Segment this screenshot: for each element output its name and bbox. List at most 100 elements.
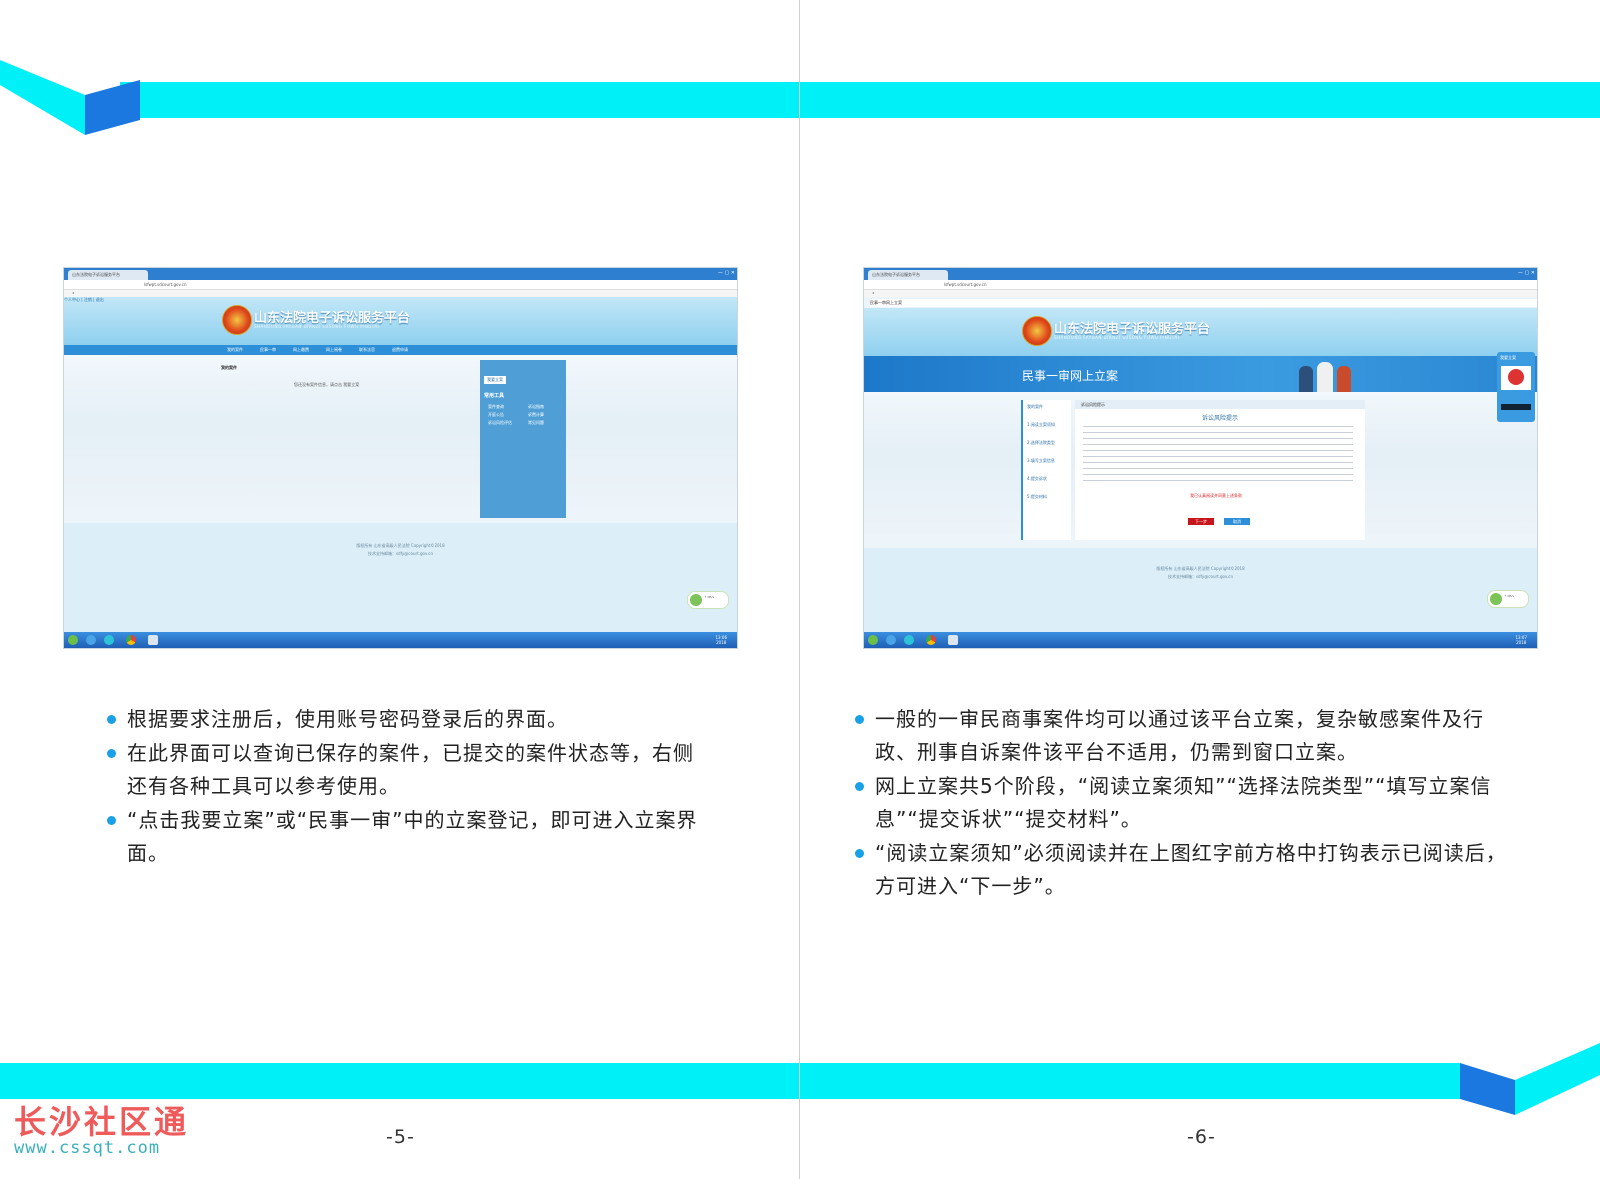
browser-tabbar: 山东法院电子诉讼服务平台 — ▢ ✕ (64, 268, 737, 280)
notice-panel: 诉讼风险提示 诉讼风险提示 我已认真阅读并同意上述条款 下一步 取消 (1075, 400, 1365, 540)
taskbar-app-icon[interactable] (904, 635, 914, 645)
step-item[interactable]: 4.提交诉状 (1027, 476, 1047, 482)
tool-item[interactable]: 诉讼指南 (528, 404, 544, 410)
start-button-icon[interactable] (868, 635, 878, 645)
page-number: -5- (386, 1126, 415, 1148)
top-band (800, 82, 1600, 118)
section-title: 我的案件 (221, 365, 237, 370)
footer-support: 技术支持邮箱：sdfy@court.gov.cn (1167, 574, 1234, 579)
file-case-button[interactable]: 我要立案 (484, 376, 506, 384)
content-area: 我的案件 您还没有案件信息，请点击 我要立案 我要立案 常用工具 案件查询 诉讼… (64, 355, 737, 523)
step-item[interactable]: 5.提交材料 (1027, 494, 1047, 500)
footer-support: 技术支持邮箱：sdfy@court.gov.cn (367, 551, 434, 556)
site-banner: 山东法院电子诉讼服务平台 SHANDONG FAYUAN DIANZI SUSO… (64, 297, 737, 345)
steps-header: 我的案件 (1027, 404, 1043, 409)
watermark-brand: 长沙社区通 (14, 1103, 190, 1141)
tool-item[interactable]: 诉讼风险评估 (488, 420, 512, 426)
top-links: 个人中心 | 注销 | 退出 (64, 297, 104, 302)
watermark: 长沙社区通 www.cssqt.com (14, 1104, 189, 1158)
list-item: “阅读立案须知”必须阅读并在上图红字前方格中打钩表示已阅读后，方可进入“下一步”… (855, 837, 1515, 903)
side-widget[interactable]: 我要立案 (1497, 352, 1535, 422)
notice-title: 诉讼风险提示 (1201, 415, 1238, 422)
nav-item[interactable]: 我的案件 (227, 345, 243, 355)
list-item: 根据要求注册后，使用账号密码登录后的界面。 (107, 703, 707, 736)
top-band-corner (0, 60, 140, 135)
steps-sidebar: 我的案件 1.阅读立案须知 2.选择法院类型 3.填写立案信息 4.提交诉状 5… (1021, 400, 1071, 540)
filing-screenshot: 山东法院电子诉讼服务平台 — ▢ ✕ lsfwpt.sdcourt.gov.cn… (863, 267, 1538, 649)
site-nav: 我的案件 民事一审 网上缴费 网上阅卷 联系法官 退费申请 (64, 345, 737, 355)
watermark-url: www.cssqt.com (14, 1138, 161, 1158)
list-item: “点击我要立案”或“民事一审”中的立案登记，即可进入立案界面。 (107, 804, 707, 870)
top-link[interactable]: 注销 (84, 297, 92, 302)
browser-tab[interactable]: 山东法院电子诉讼服务平台 (868, 270, 948, 280)
list-item: 在此界面可以查询已保存的案件，已提交的案件状态等，右侧还有各种工具可以参考使用。 (107, 737, 707, 803)
tool-item[interactable]: 开庭公告 (488, 412, 504, 418)
tool-item[interactable]: 诉费计算 (528, 412, 544, 418)
agree-checkbox-label[interactable]: 我已认真阅读并同意上述条款 (1190, 493, 1242, 499)
taskbar-app-icon[interactable] (148, 635, 158, 645)
clock: 13:07 2018 (1515, 635, 1527, 645)
window-controls[interactable]: — ▢ ✕ (1518, 270, 1535, 276)
step-item[interactable]: 1.阅读立案须知 (1027, 422, 1055, 428)
nav-item[interactable]: 联系法官 (359, 345, 375, 355)
side-widget-title: 我要立案 (1500, 355, 1516, 360)
page-number: -6- (1187, 1126, 1216, 1148)
left-bullet-list: 根据要求注册后，使用账号密码登录后的界面。 在此界面可以查询已保存的案件，已提交… (107, 703, 707, 871)
taskbar-chrome-icon[interactable] (126, 635, 136, 645)
os-taskbar: 13:06 2018 (64, 632, 737, 648)
step-item[interactable]: 3.填写立案信息 (1027, 458, 1055, 464)
network-widget: ↑ KB/s (1487, 590, 1529, 608)
cancel-button[interactable]: 取消 (1224, 518, 1250, 525)
bottom-band-corner (1460, 1043, 1600, 1115)
tools-title: 常用工具 (484, 393, 505, 399)
banner-people-illustration (1289, 360, 1359, 392)
notice-header: 诉讼风险提示 (1075, 400, 1365, 409)
site-footer: 版权所有 山东省高级人民法院 Copyright©2018 技术支持邮箱：sdf… (64, 523, 737, 632)
address-bar[interactable]: lsfwpt.sdcourt.gov.cn (64, 280, 737, 290)
bottom-band (0, 1063, 800, 1099)
address-bar[interactable]: lsfwpt.sdcourt.gov.cn (864, 280, 1537, 290)
taskbar-app-icon[interactable] (886, 635, 896, 645)
browser-tab[interactable]: 山东法院电子诉讼服务平台 (68, 270, 148, 280)
tool-item[interactable]: 案件查询 (488, 404, 504, 410)
site-footer: 版权所有 山东省高级人民法院 Copyright©2018 技术支持邮箱：sdf… (864, 548, 1537, 632)
breadcrumb: 民事一审网上立案 (870, 299, 1537, 307)
court-emblem-icon (222, 305, 252, 335)
nav-item[interactable]: 民事一审 (260, 345, 276, 355)
left-page: 山东法院电子诉讼服务平台 — ▢ ✕ lsfwpt.sdcourt.gov.cn… (0, 0, 800, 1179)
nav-item[interactable]: 网上缴费 (293, 345, 309, 355)
clock: 13:06 2018 (715, 635, 727, 645)
taskbar-chrome-icon[interactable] (926, 635, 936, 645)
network-widget: ↑ KB/s (687, 591, 729, 609)
content-area: 我的案件 1.阅读立案须知 2.选择法院类型 3.填写立案信息 4.提交诉状 5… (864, 352, 1537, 548)
taskbar-app-icon[interactable] (104, 635, 114, 645)
tool-item[interactable]: 常见问题 (528, 420, 544, 426)
court-emblem-icon (1022, 316, 1052, 346)
nav-item[interactable]: 网上阅卷 (326, 345, 342, 355)
right-bullet-list: 一般的一审民商事案件均可以通过该平台立案，复杂敏感案件及行政、刑事自诉案件该平台… (855, 703, 1515, 904)
site-banner: 山东法院电子诉讼服务平台 SHANDONG FAYUAN DIANZI SUSO… (864, 308, 1537, 356)
page-banner-title: 民事一审网上立案 (1022, 369, 1119, 383)
top-link[interactable]: 个人中心 (64, 297, 80, 302)
site-subtitle: SHANDONG FAYUAN DIANZI SUSONG FUWU PINGT… (254, 324, 380, 329)
list-item: 网上立案共5个阶段，“阅读立案须知”“选择法院类型”“填写立案信息”“提交诉状”… (855, 770, 1515, 836)
footer-copyright: 版权所有 山东省高级人民法院 Copyright©2018 (1156, 566, 1245, 571)
taskbar-app-icon[interactable] (86, 635, 96, 645)
empty-cases-text[interactable]: 您还没有案件信息，请点击 我要立案 (294, 382, 359, 388)
side-widget-button[interactable] (1501, 404, 1531, 410)
tools-panel: 我要立案 常用工具 案件查询 诉讼指南 开庭公告 诉费计算 诉讼风险评估 常见问… (480, 360, 566, 518)
bottom-band (800, 1063, 1460, 1099)
site-subtitle: SHANDONG FAYUAN DIANZI SUSONG FUWU PINGT… (1054, 335, 1180, 340)
list-item: 一般的一审民商事案件均可以通过该平台立案，复杂敏感案件及行政、刑事自诉案件该平台… (855, 703, 1515, 769)
start-button-icon[interactable] (68, 635, 78, 645)
bookmarks-bar: ★ (64, 290, 737, 297)
next-step-button[interactable]: 下一步 (1188, 518, 1214, 525)
login-screenshot: 山东法院电子诉讼服务平台 — ▢ ✕ lsfwpt.sdcourt.gov.cn… (63, 267, 738, 649)
nav-item[interactable]: 退费申请 (392, 345, 408, 355)
os-taskbar: 13:07 2018 (864, 632, 1537, 648)
top-link[interactable]: 退出 (96, 297, 104, 302)
taskbar-app-icon[interactable] (948, 635, 958, 645)
window-controls[interactable]: — ▢ ✕ (718, 270, 735, 276)
step-item[interactable]: 2.选择法院类型 (1027, 440, 1055, 446)
notice-text-lines (1083, 426, 1353, 484)
